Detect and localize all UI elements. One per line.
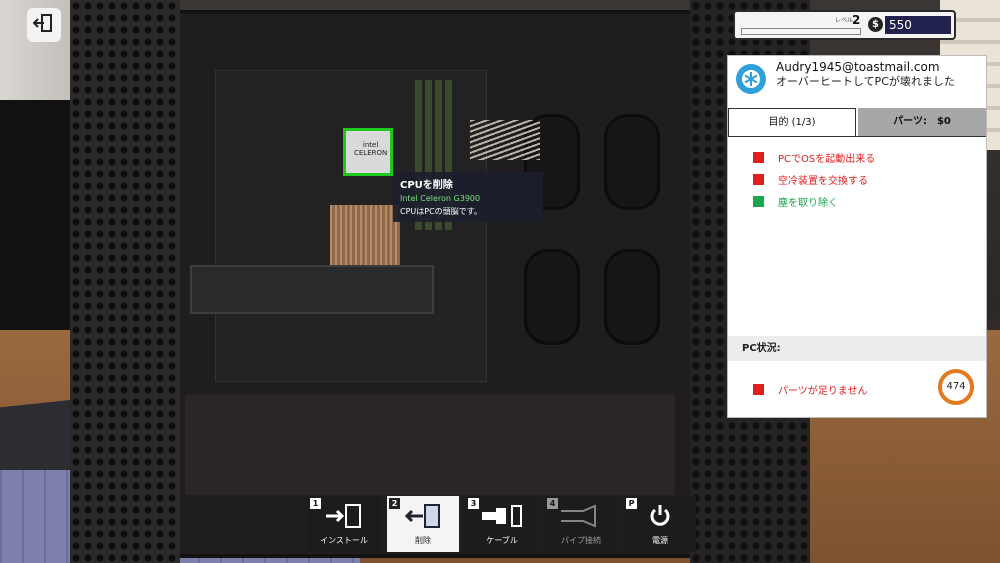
remove-icon [403,503,443,529]
hotkey-badge: 4 [547,498,558,509]
exit-door-icon [32,13,55,37]
remove-tool-button[interactable]: 2 削除 [387,496,459,552]
power-tool-button[interactable]: P 電源 [624,496,696,552]
tool-label: 削除 [415,536,431,545]
level-money-bar: レベル $ 550 [733,10,956,40]
customer-email: Audry1945@toastmail.com [776,60,940,74]
tool-label: パイプ接続 [561,536,601,545]
tooltip-part-name: Intel Celeron G3900 [400,194,481,203]
pc-case-side-panel [70,0,180,563]
cpu-label: intel CELERON [354,141,387,157]
pipe-icon [559,503,603,529]
fan-mount [604,249,660,345]
psu-shelf [185,395,675,495]
cable-icon [480,503,524,529]
level-number: 2 [852,13,861,27]
tool-label: インストール [320,536,368,545]
objective-item: PCでOSを起動出来る [753,146,875,168]
power-icon [647,503,673,529]
objective-text: 塵を取り除く [778,197,838,209]
status-square-icon [753,173,764,185]
cpu-model: CELERON [354,149,388,157]
tab-divider [728,136,986,137]
objective-item: 塵を取り除く [753,190,875,212]
fan-mount [524,249,580,345]
status-square-icon [753,384,764,395]
graphics-card[interactable] [190,265,434,314]
objective-text: 空冷装置を交換する [778,175,868,187]
part-tooltip: CPUを削除 Intel Celeron G3900 CPUはPCの頭脳です。 [393,172,543,222]
tool-label: 電源 [652,536,668,545]
job-panel: Audry1945@toastmail.com オーバーヒートしてPCが壊れまし… [727,55,987,418]
pc-status-text: パーツが足りません [778,386,868,397]
cable-bundle[interactable] [470,120,540,160]
level-label: レベル [835,17,854,24]
install-tool-button[interactable]: 1 インストール [308,496,380,552]
hotkey-badge: 3 [468,498,479,509]
customer-message: オーバーヒートしてPCが壊れました [776,75,955,88]
tab-parts[interactable]: パーツ: $0 [858,108,986,136]
exit-button[interactable] [27,8,61,42]
xp-bar [741,28,861,35]
hotkey-badge: 1 [310,498,321,509]
objective-text: PCでOSを起動出来る [778,153,876,165]
dollar-coin-icon: $ [868,17,883,32]
cpu[interactable]: intel CELERON [343,128,393,176]
tab-goals[interactable]: 目的 (1/3) [728,108,856,136]
fan-mount [604,114,660,210]
hotkey-badge: P [626,498,637,509]
customer-header: Audry1945@toastmail.com オーバーヒートしてPCが壊れまし… [728,56,986,108]
temperature-gauge: 474 [938,369,974,405]
cpu-brand: intel [362,141,379,149]
status-square-icon [753,151,764,163]
snowflake-icon [736,64,766,94]
objective-item: 空冷装置を交換する [753,168,875,190]
install-icon [324,503,364,529]
hotkey-badge: 2 [389,498,400,509]
pc-status-row: パーツが足りません [753,382,868,397]
xp-bar-fill [742,29,860,34]
objective-list: PCでOSを起動出来る 空冷装置を交換する 塵を取り除く [753,146,875,212]
tooltip-description: CPUはPCの頭脳です。 [400,207,482,216]
money-amount: 550 [885,16,951,34]
pc-status-heading: PC状況: [728,336,986,361]
status-square-icon [753,195,764,207]
tool-bar: 1 インストール 2 削除 3 ケーブル 4 パイプ接続 P 電源 [308,496,696,552]
job-tabs: 目的 (1/3) パーツ: $0 [728,108,986,136]
cable-tool-button[interactable]: 3 ケーブル [466,496,538,552]
tooltip-title: CPUを削除 [400,180,453,191]
tool-label: ケーブル [486,536,518,545]
pipe-tool-button[interactable]: 4 パイプ接続 [545,496,617,552]
